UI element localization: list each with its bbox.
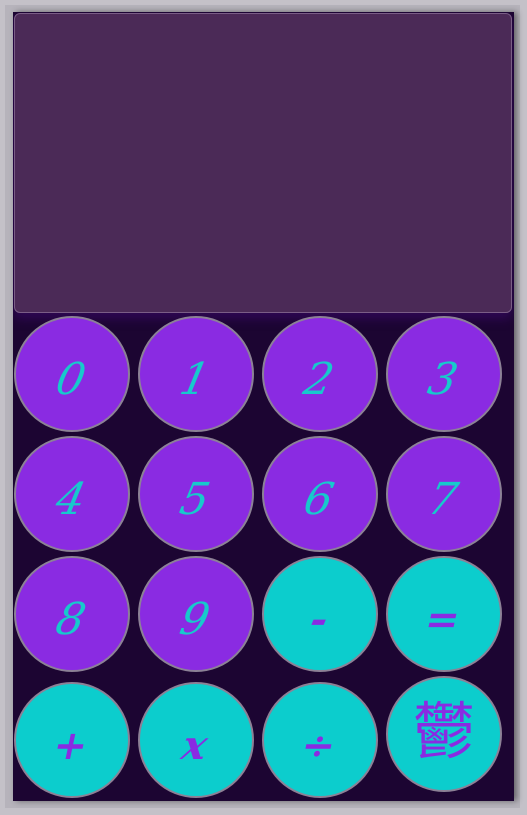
key-8-label: 8 <box>51 594 91 645</box>
key-5-label: 5 <box>175 474 215 525</box>
key-6[interactable]: 6 <box>262 436 378 552</box>
key-3[interactable]: 3 <box>386 316 502 432</box>
plus-label: + <box>49 722 93 769</box>
clear-button[interactable]: 鬱 <box>386 676 502 792</box>
multiply-button[interactable]: x <box>138 682 254 798</box>
key-7-label: 7 <box>423 474 463 525</box>
key-6-label: 6 <box>299 474 339 525</box>
key-0-label: 0 <box>51 354 91 405</box>
multiply-label: x <box>177 722 212 769</box>
calculator: 0 1 2 3 4 5 6 7 8 9 - = + x ÷ 鬱 <box>13 12 514 801</box>
key-9[interactable]: 9 <box>138 556 254 672</box>
clear-label: 鬱 <box>412 695 475 768</box>
key-1[interactable]: 1 <box>138 316 254 432</box>
display-screen <box>14 13 512 313</box>
key-7[interactable]: 7 <box>386 436 502 552</box>
key-9-label: 9 <box>175 594 215 645</box>
key-5[interactable]: 5 <box>138 436 254 552</box>
equals-label: = <box>421 596 465 643</box>
key-2-label: 2 <box>299 354 339 405</box>
key-4[interactable]: 4 <box>14 436 130 552</box>
key-3-label: 3 <box>423 354 463 405</box>
equals-button[interactable]: = <box>386 556 502 672</box>
key-8[interactable]: 8 <box>14 556 130 672</box>
key-1-label: 1 <box>175 354 215 405</box>
key-4-label: 4 <box>51 474 91 525</box>
minus-label: - <box>305 596 333 643</box>
minus-button[interactable]: - <box>262 556 378 672</box>
key-0[interactable]: 0 <box>14 316 130 432</box>
plus-button[interactable]: + <box>14 682 130 798</box>
divide-label: ÷ <box>297 722 341 769</box>
key-2[interactable]: 2 <box>262 316 378 432</box>
divide-button[interactable]: ÷ <box>262 682 378 798</box>
